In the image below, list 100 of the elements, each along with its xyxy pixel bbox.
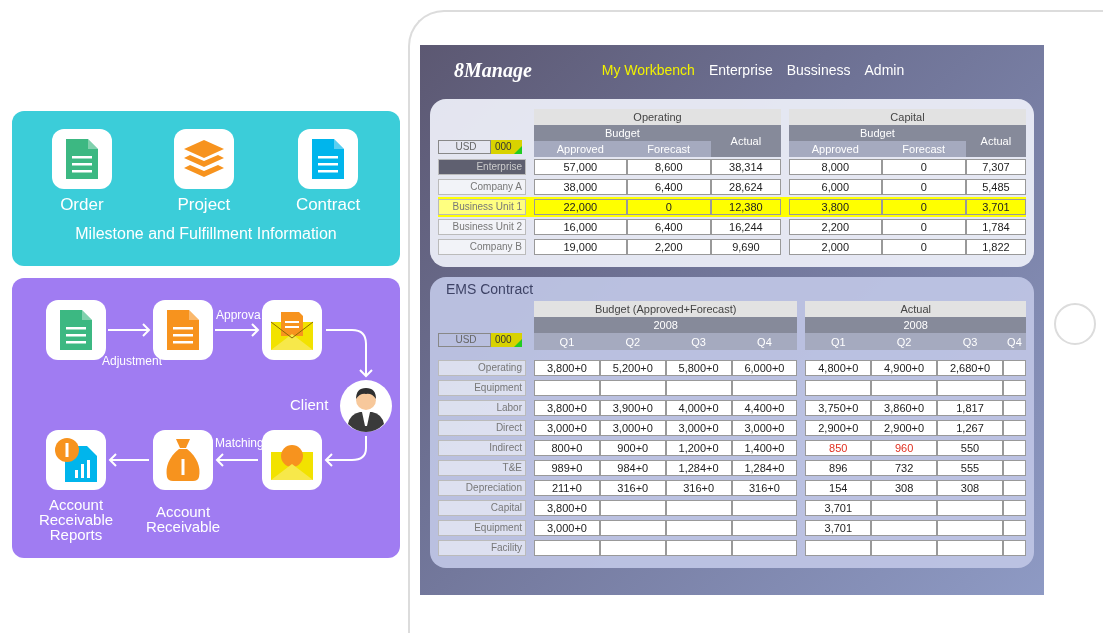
table-cell: 28,624	[710, 179, 781, 195]
table-cell: 2,680+0	[937, 360, 1003, 376]
table-cell: 896	[805, 460, 872, 476]
node-label: Account Receivable Reports	[37, 497, 115, 542]
column-header: Actual	[965, 125, 1026, 157]
table-cell: 1,822	[965, 239, 1026, 255]
row-label[interactable]: Company B	[438, 239, 526, 255]
column-header: Capital	[788, 109, 1026, 125]
table-cell: 850	[805, 440, 872, 456]
table-cell: 4,000+0	[665, 400, 732, 416]
currency-field[interactable]: USD	[438, 333, 491, 347]
nav-link[interactable]: Bussiness	[786, 62, 851, 78]
table-cell: 1,400+0	[731, 440, 798, 456]
table-cell: 3,701	[805, 500, 872, 516]
table-cell: 800+0	[534, 440, 600, 456]
table-cell: 9,690	[710, 239, 781, 255]
table-cell: 5,485	[965, 179, 1026, 195]
table-cell: 5,200+0	[599, 360, 666, 376]
table-cell: 1,200+0	[665, 440, 732, 456]
logo: 8Manage	[454, 58, 532, 82]
table-cell: 960	[871, 440, 938, 456]
table-cell: 4,900+0	[871, 360, 938, 376]
item-label: Contract	[295, 195, 361, 215]
table-cell: 984+0	[599, 460, 666, 476]
row-label[interactable]: Depreciation	[438, 480, 526, 496]
edge-label: Adjustment	[102, 354, 163, 368]
table-cell: 57,000	[534, 159, 627, 175]
table-cell: 38,000	[534, 179, 627, 195]
currency-field[interactable]: USD	[438, 140, 491, 154]
table-cell: 19,000	[534, 239, 627, 255]
arrow	[325, 329, 373, 378]
avatar-icon	[340, 380, 392, 432]
row-label[interactable]: Direct	[438, 420, 526, 436]
table-cell: 0	[881, 239, 966, 255]
home-button[interactable]	[1054, 303, 1096, 345]
column-header: Approved	[534, 141, 627, 157]
money-bag-icon	[165, 439, 201, 481]
item-label: Project	[177, 195, 231, 215]
row-label[interactable]: Labor	[438, 400, 526, 416]
arrow	[324, 435, 367, 467]
table-cell: 6,000+0	[731, 360, 798, 376]
table-cell: 4,800+0	[805, 360, 872, 376]
table-cell: 989+0	[534, 460, 600, 476]
table-cell: 0	[881, 159, 966, 175]
table-cell: 16,244	[710, 219, 781, 235]
panel-caption: Milestone and Fulfillment Information	[75, 225, 337, 243]
row-label[interactable]: Business Unit 2	[438, 219, 526, 235]
unit-field[interactable]: 000	[491, 333, 522, 347]
table-cell: 0	[626, 199, 711, 215]
column-header: Q1	[534, 333, 600, 350]
column-header: Budget	[788, 125, 966, 141]
table-cell: 2,000	[788, 239, 882, 255]
column-header: Operating	[534, 109, 781, 125]
arrow	[108, 453, 150, 467]
row-label[interactable]: T&E	[438, 460, 526, 476]
table-cell: 1,784	[965, 219, 1026, 235]
table-cell: 38,314	[710, 159, 781, 175]
column-header: 2008	[805, 317, 1026, 333]
column-header: Approved	[788, 141, 882, 157]
table-cell: 3,000+0	[534, 420, 600, 436]
table-cell: 3,800+0	[534, 400, 600, 416]
nav-link[interactable]: Admin	[864, 62, 905, 78]
table-cell: 732	[871, 460, 938, 476]
column-header: 2008	[534, 317, 798, 333]
table-cell: 1,284+0	[731, 460, 798, 476]
table-cell: 8,000	[788, 159, 882, 175]
row-label[interactable]: Capital	[438, 500, 526, 516]
column-header: Q1	[805, 333, 872, 350]
report-icon	[55, 438, 97, 482]
row-label[interactable]: Operating	[438, 360, 526, 376]
row-label[interactable]: Indirect	[438, 440, 526, 456]
row-label[interactable]: Facility	[438, 540, 526, 556]
table-cell: 316+0	[599, 480, 666, 496]
table-cell: 3,000+0	[665, 420, 732, 436]
table-cell: 3,900+0	[599, 400, 666, 416]
column-header: Q4	[731, 333, 798, 350]
row-label[interactable]: Company A	[438, 179, 526, 195]
row-label[interactable]: Business Unit 1	[438, 199, 526, 215]
table-cell: 2,200	[626, 239, 711, 255]
nav-link[interactable]: Enterprise	[708, 62, 773, 78]
row-label[interactable]: Equipment	[438, 380, 526, 396]
column-header: Q3	[665, 333, 732, 350]
table-cell: 316+0	[731, 480, 798, 496]
table-cell: 3,701	[805, 520, 872, 536]
table-cell: 308	[937, 480, 1003, 496]
corner-marker	[513, 339, 522, 347]
table-cell: 3,750+0	[805, 400, 872, 416]
table-cell: 2,200	[788, 219, 882, 235]
table-cell: 308	[871, 480, 938, 496]
nav-link[interactable]: My Workbench	[601, 62, 695, 78]
table-cell: 6,400	[626, 219, 711, 235]
row-label[interactable]: Enterprise	[438, 159, 526, 175]
table-cell: 7,307	[965, 159, 1026, 175]
table-cell: 2,900+0	[805, 420, 872, 436]
section-title: EMS Contract	[446, 281, 535, 297]
table-cell: 3,000+0	[534, 520, 600, 536]
column-header: Actual	[710, 125, 781, 157]
column-header: Budget	[534, 125, 711, 141]
unit-field[interactable]: 000	[491, 140, 522, 154]
row-label[interactable]: Equipment	[438, 520, 526, 536]
